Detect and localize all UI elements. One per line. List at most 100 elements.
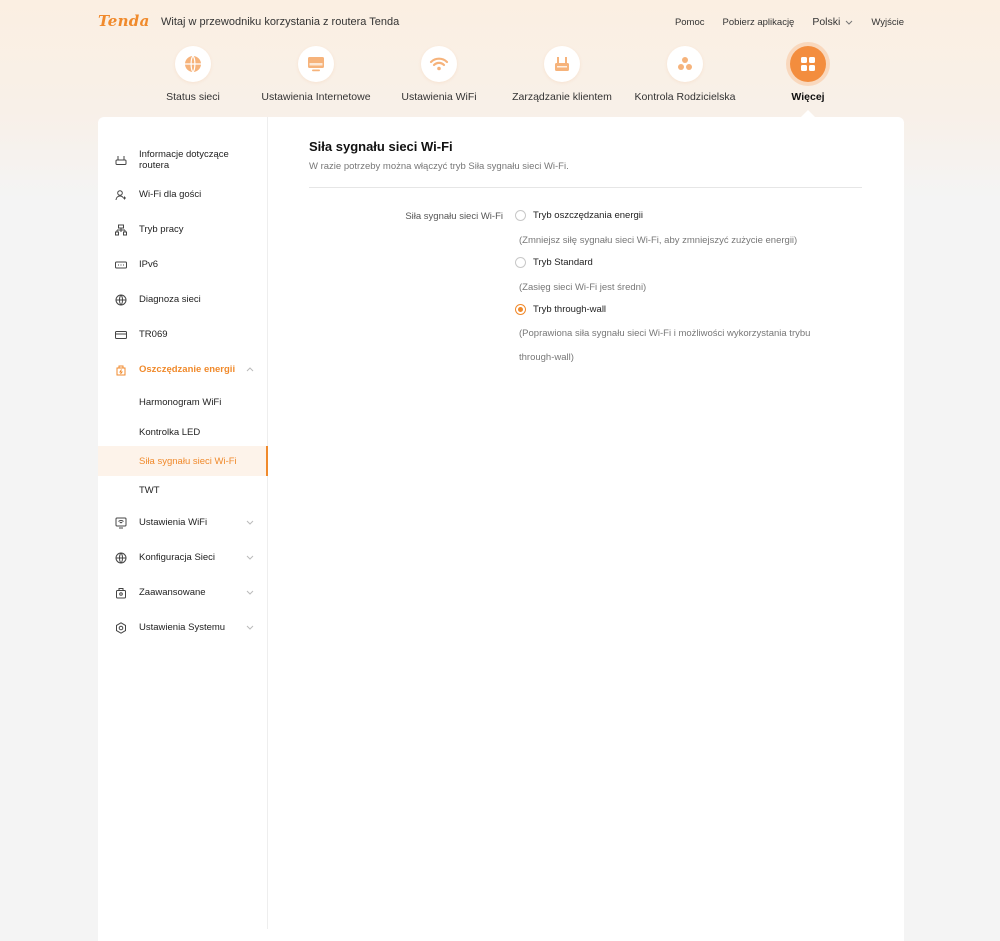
active-nav-pointer: [801, 110, 815, 117]
main-nav: Status sieci Ustawienia Internetowe Usta…: [0, 46, 1000, 116]
nav-icon-circle: [667, 46, 703, 82]
language-label: Polski: [812, 16, 841, 28]
sidebar-item-label: IPv6: [139, 259, 159, 270]
monitor-icon: [308, 57, 324, 72]
sidebar-subitem-harmonogram[interactable]: Harmonogram WiFi: [98, 387, 268, 417]
sidebar-subitem-kontrolka-led[interactable]: Kontrolka LED: [98, 417, 268, 447]
ipv6-icon: [114, 258, 127, 271]
router-icon: [555, 57, 569, 71]
sidebar-subitem-label: Kontrolka LED: [139, 427, 201, 438]
chevron-down-icon: [846, 20, 853, 25]
radio-button[interactable]: [515, 257, 526, 268]
sidebar-item-tryb-pracy[interactable]: Tryb pracy: [98, 222, 267, 238]
nav-label: Status sieci: [166, 91, 220, 103]
tr069-icon: [114, 328, 127, 341]
nav-ustawienia-internetowe[interactable]: Ustawienia Internetowe: [251, 46, 381, 103]
nav-label: Kontrola Rodzicielska: [634, 91, 736, 103]
nav-label: Ustawienia WiFi: [401, 91, 477, 103]
sidebar-item-label: Oszczędzanie energii: [139, 364, 236, 375]
radio-through-wall-mode[interactable]: Tryb through-wall: [515, 304, 606, 315]
page-title: Siła sygnału sieci Wi-Fi: [309, 139, 453, 154]
sidebar: Informacje dotyczące routera Wi-Fi dla g…: [98, 117, 268, 929]
grid-icon: [801, 57, 815, 71]
radio-label: Tryb oszczędzania energii: [533, 210, 644, 221]
nav-icon-circle: [790, 46, 826, 82]
sidebar-subitem-twt[interactable]: TWT: [98, 475, 268, 505]
download-app-link[interactable]: Pobierz aplikację: [723, 17, 795, 28]
sidebar-item-oszczedzanie[interactable]: Oszczędzanie energii: [98, 362, 267, 378]
radio-button-checked[interactable]: [515, 304, 526, 315]
globe-icon: [185, 55, 201, 73]
nav-wiecej[interactable]: Więcej: [743, 46, 873, 103]
guest-icon: [114, 188, 127, 201]
sidebar-item-label: Tryb pracy: [139, 224, 184, 235]
energy-icon: [114, 363, 127, 376]
sidebar-item-ipv6[interactable]: IPv6: [98, 257, 267, 273]
radio-description: through-wall): [519, 352, 574, 363]
sidebar-item-label: Ustawienia Systemu: [139, 622, 226, 633]
sidebar-item-label: TR069: [139, 329, 168, 340]
radio-label: Tryb through-wall: [533, 304, 607, 315]
nav-status-sieci[interactable]: Status sieci: [128, 46, 258, 103]
sidebar-item-ustawienia-wifi[interactable]: Ustawienia WiFi: [98, 515, 267, 531]
sidebar-item-konfiguracja[interactable]: Konfiguracja Sieci: [98, 550, 267, 566]
tenda-logo[interactable]: Tenda: [98, 12, 150, 30]
sidebar-item-ustawienia-systemu[interactable]: Ustawienia Systemu: [98, 620, 267, 636]
sidebar-item-label: Konfiguracja Sieci: [139, 552, 216, 563]
sidebar-subitem-label: Siła sygnału sieci Wi-Fi: [139, 456, 237, 467]
radio-label: Tryb Standard: [533, 257, 593, 268]
page-description: W razie potrzeby można włączyć tryb Siła…: [309, 161, 569, 172]
top-links: Pomoc Pobierz aplikację Polski Wyjście: [657, 16, 904, 28]
chevron-up-icon: [246, 367, 254, 372]
wifi-icon: [429, 57, 449, 71]
chevron-down-icon: [246, 555, 254, 560]
sidebar-item-zaawansowane[interactable]: Zaawansowane: [98, 585, 267, 601]
advanced-icon: [114, 586, 127, 599]
radio-description: (Poprawiona siła sygnału sieci Wi-Fi i m…: [519, 328, 811, 339]
sidebar-subitem-label: TWT: [139, 485, 160, 496]
wifi-settings-icon: [114, 516, 127, 529]
help-link[interactable]: Pomoc: [675, 17, 705, 28]
sidebar-subitem-sila-sygnalu[interactable]: Siła sygnału sieci Wi-Fi: [98, 446, 268, 476]
sidebar-item-label: Wi-Fi dla gości: [139, 189, 202, 200]
sidebar-item-wifi-goscie[interactable]: Wi-Fi dla gości: [98, 187, 267, 203]
nav-icon-circle: [544, 46, 580, 82]
logout-link[interactable]: Wyjście: [871, 17, 904, 28]
main-card: Informacje dotyczące routera Wi-Fi dla g…: [98, 117, 904, 941]
mode-icon: [114, 223, 127, 236]
sidebar-item-tr069[interactable]: TR069: [98, 327, 267, 343]
sidebar-item-label: Zaawansowane: [139, 587, 206, 598]
system-icon: [114, 621, 127, 634]
sidebar-item-informacje[interactable]: Informacje dotyczące routera: [98, 145, 267, 173]
nav-label: Zarządzanie klientem: [512, 91, 612, 103]
nav-kontrola-rodzicielska[interactable]: Kontrola Rodzicielska: [620, 46, 750, 103]
globe-icon: [114, 293, 127, 306]
sidebar-item-diagnoza[interactable]: Diagnoza sieci: [98, 292, 267, 308]
sidebar-subitem-label: Harmonogram WiFi: [139, 397, 222, 408]
family-icon: [678, 57, 692, 70]
wifi-strength-field-label: Siła sygnału sieci Wi-Fi: [405, 211, 503, 222]
language-select[interactable]: Polski: [812, 16, 853, 28]
nav-icon-circle: [298, 46, 334, 82]
chevron-down-icon: [246, 625, 254, 630]
top-bar: Tenda Witaj w przewodniku korzystania z …: [0, 0, 1000, 44]
welcome-text: Witaj w przewodniku korzystania z router…: [161, 16, 400, 28]
nav-label: Ustawienia Internetowe: [261, 91, 371, 103]
sidebar-item-label: Ustawienia WiFi: [139, 517, 208, 528]
nav-ustawienia-wifi[interactable]: Ustawienia WiFi: [374, 46, 504, 103]
nav-icon-circle: [175, 46, 211, 82]
chevron-down-icon: [246, 520, 254, 525]
nav-zarzadzanie-klientem[interactable]: Zarządzanie klientem: [497, 46, 627, 103]
globe-icon: [114, 551, 127, 564]
radio-standard-mode[interactable]: Tryb Standard: [515, 257, 593, 268]
radio-description: (Zmniejsz siłę sygnału sieci Wi-Fi, aby …: [519, 235, 798, 246]
sidebar-item-label: Informacje dotyczące routera: [139, 149, 229, 171]
nav-icon-circle: [421, 46, 457, 82]
radio-energy-saving-mode[interactable]: Tryb oszczędzania energii: [515, 210, 643, 221]
divider: [309, 187, 862, 188]
chevron-down-icon: [246, 590, 254, 595]
router-icon: [114, 153, 127, 166]
radio-button[interactable]: [515, 210, 526, 221]
nav-label: Więcej: [791, 91, 825, 103]
sidebar-item-label: Diagnoza sieci: [139, 294, 201, 305]
